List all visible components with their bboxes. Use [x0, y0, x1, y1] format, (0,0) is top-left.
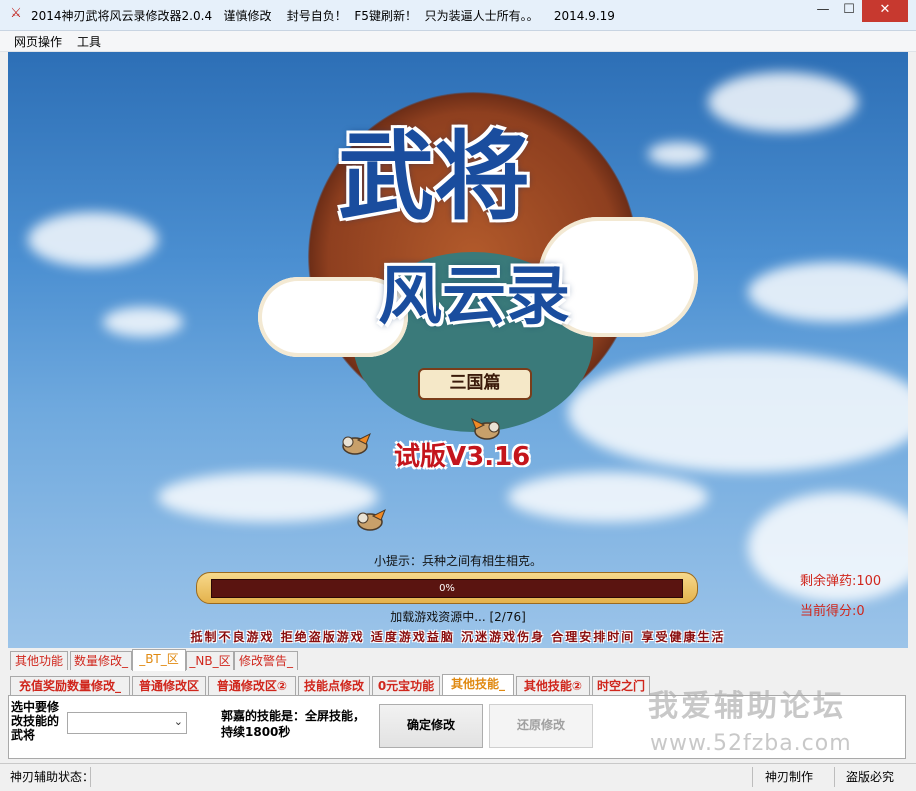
status-separator [834, 767, 835, 787]
status-separator [752, 767, 753, 787]
watermark-url: www.52fzba.com [650, 731, 852, 756]
tab-recharge-reward[interactable]: 充值奖励数量修改_ [10, 676, 130, 695]
loading-status: 加载游戏资源中... [2/76] [390, 610, 526, 624]
progress-track: 0% [211, 579, 683, 598]
confirm-modify-button[interactable]: 确定修改 [379, 704, 483, 748]
tab-other-skills-2[interactable]: 其他技能② [516, 676, 590, 695]
game-version: 试版V3.16 [394, 442, 531, 472]
tab-zero-yuanbao[interactable]: 0元宝功能 [372, 676, 440, 695]
tab-bt-zone[interactable]: _BT_区 [132, 649, 186, 671]
menu-bar: 网页操作 工具 [0, 31, 916, 52]
maximize-button[interactable]: ☐ [836, 0, 862, 22]
tab-time-gate[interactable]: 时空之门 [592, 676, 650, 695]
tab-other-skills[interactable]: 其他技能_ [442, 674, 514, 696]
window-title: 2014神刃武将风云录修改器2.0.4 谨慎修改 封号自负！ F5键刷新！ 只为… [31, 9, 615, 23]
score-counter: 当前得分:0 [800, 604, 865, 619]
watermark-title: 我爱辅助论坛 [648, 689, 846, 724]
title-bar: ⚔ 2014神刃武将风云录修改器2.0.4 谨慎修改 封号自负！ F5键刷新！ … [0, 0, 916, 31]
loading-progress-bar: 0% [196, 572, 698, 604]
tab-normal-modify-2[interactable]: 普通修改区② [208, 676, 296, 695]
sky-cloud [28, 212, 158, 267]
general-select-label: 选中要修改技能的武将 [11, 700, 60, 742]
tab-other-functions[interactable]: 其他功能 [10, 651, 68, 670]
sky-cloud [158, 472, 378, 522]
status-separator [90, 767, 91, 787]
bird-unit-icon [357, 508, 386, 531]
sky-cloud [708, 72, 858, 132]
sky-cloud [508, 472, 708, 522]
tab-normal-modify[interactable]: 普通修改区 [132, 676, 206, 695]
sky-cloud [568, 352, 908, 472]
close-button[interactable]: ✕ [862, 0, 908, 22]
game-view[interactable]: 武将 风云录 三国篇 试版V3.16 小提示：兵种之间有相生相克。 0% 加载游… [8, 52, 908, 648]
logo-subtitle: 三国篇 [418, 368, 532, 400]
status-maker: 神刃制作 [765, 770, 814, 784]
general-select[interactable]: ⌄ [67, 712, 187, 734]
progress-percent: 0% [439, 583, 455, 594]
tab-nb-zone[interactable]: _NB_区 [186, 651, 234, 670]
chevron-down-icon: ⌄ [173, 715, 183, 728]
menu-item-tools[interactable]: 工具 [77, 33, 101, 50]
sky-cloud [748, 262, 908, 322]
ammo-counter: 剩余弹药:100 [800, 574, 882, 589]
minimize-button[interactable]: — [810, 0, 836, 22]
status-bar: 神刃辅助状态： 神刃制作 盗版必究 [0, 763, 916, 791]
app-logo-icon: ⚔ [10, 6, 22, 21]
tab-skill-points[interactable]: 技能点修改 [298, 676, 370, 695]
restore-modify-button[interactable]: 还原修改 [489, 704, 593, 748]
status-label: 神刃辅助状态： [10, 770, 95, 784]
sky-cloud [648, 142, 708, 166]
bird-unit-icon [342, 432, 371, 455]
logo-title-line1: 武将 [338, 120, 530, 233]
tab-quantity-modify[interactable]: 数量修改_ [70, 651, 132, 670]
loading-tip: 小提示：兵种之间有相生相克。 [373, 554, 542, 568]
menu-item-web[interactable]: 网页操作 [14, 33, 62, 50]
status-copyright: 盗版必究 [846, 770, 895, 784]
tab-modify-warning[interactable]: 修改警告_ [234, 651, 298, 670]
logo-title-line2: 风云录 [378, 259, 570, 334]
sky-cloud [103, 307, 183, 337]
skill-description: 郭嘉的技能是：全屏技能，持续1800秒 [221, 709, 366, 739]
health-warning: 抵制不良游戏 拒绝盗版游戏 适度游戏益脑 沉迷游戏伤身 合理安排时间 享受健康生… [190, 630, 726, 644]
